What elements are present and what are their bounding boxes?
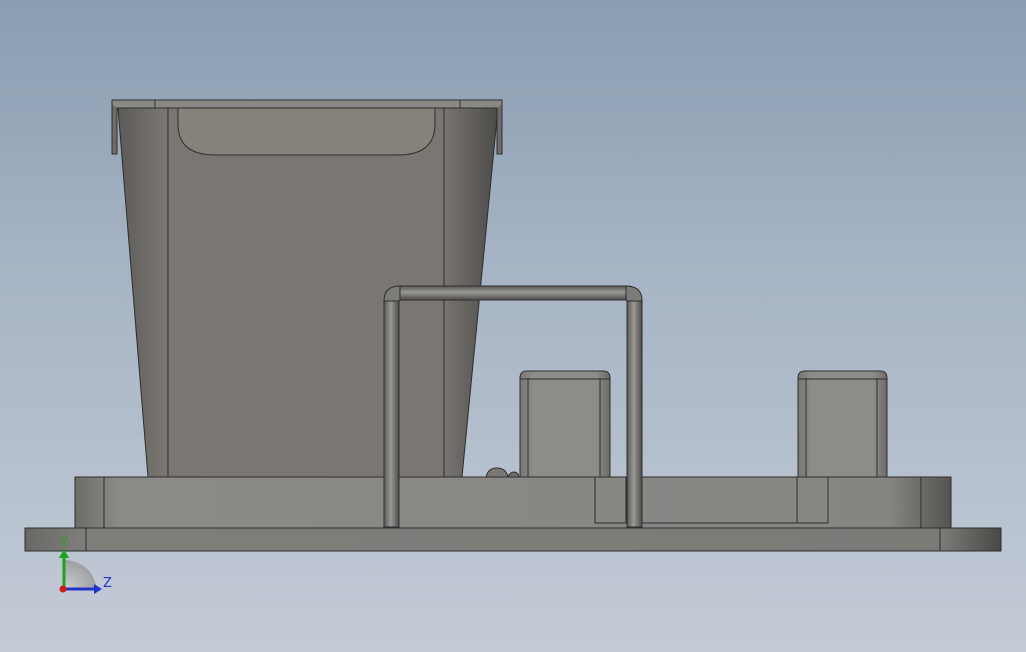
cad-graphics-area[interactable]: Y Z xyxy=(0,0,1026,652)
base-block[interactable] xyxy=(74,476,952,529)
left-block[interactable] xyxy=(519,370,611,478)
y-axis-label: Y xyxy=(59,535,68,550)
bottom-plate[interactable] xyxy=(24,527,1002,552)
z-axis-label: Z xyxy=(103,576,112,591)
knob[interactable] xyxy=(485,467,520,478)
right-block[interactable] xyxy=(797,370,888,478)
triad-plane-icon xyxy=(64,560,96,589)
model-view[interactable]: Y Z xyxy=(0,0,1026,652)
x-axis-dot-icon xyxy=(59,585,67,593)
z-arrowhead-icon xyxy=(94,584,102,594)
